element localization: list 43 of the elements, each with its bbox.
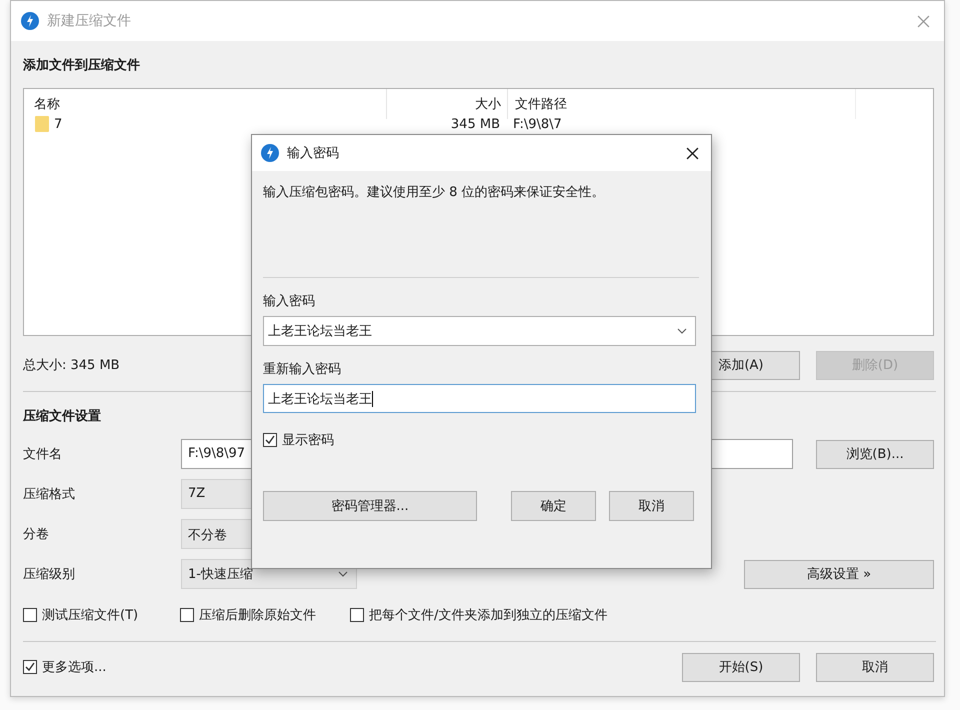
dialog-message: 输入压缩包密码。建议使用至少 8 位的密码来保证安全性。 — [263, 184, 606, 202]
checkbox-box[interactable] — [263, 433, 277, 447]
file-path: F:\9\8\7 — [513, 116, 562, 132]
checkbox-label: 压缩后删除原始文件 — [199, 607, 316, 624]
column-header[interactable]: 大小 — [387, 89, 508, 119]
section-heading: 添加文件到压缩文件 — [23, 56, 141, 75]
field-label: 文件名 — [23, 446, 63, 463]
section-heading: 压缩文件设置 — [23, 408, 102, 426]
field-label: 重新输入密码 — [263, 361, 342, 379]
dialog-button[interactable]: 取消 — [816, 652, 934, 682]
checkbox[interactable]: 压缩后删除原始文件 — [180, 606, 350, 624]
checkbox-box[interactable] — [180, 608, 194, 622]
browse-button[interactable]: 浏览(B)... — [816, 440, 934, 468]
checkbox-label: 测试压缩文件(T) — [42, 607, 138, 624]
app-icon — [261, 144, 279, 162]
dialog-title: 输入密码 — [287, 145, 339, 162]
password-manager-button[interactable]: 密码管理器... — [263, 491, 477, 521]
checkbox-box[interactable] — [23, 660, 37, 674]
total-size: 总大小: 345 MB — [23, 357, 120, 374]
caret-icon — [338, 571, 348, 577]
field-label: 输入密码 — [263, 293, 316, 311]
dialog-button[interactable]: 确定 — [511, 491, 596, 521]
checkbox[interactable]: 测试压缩文件(T) — [23, 606, 180, 624]
caret-icon — [677, 328, 687, 334]
column-header[interactable]: 文件路径 — [508, 89, 856, 119]
field-label: 分卷 — [23, 526, 50, 543]
close-icon[interactable] — [686, 146, 699, 160]
checkbox-box[interactable] — [23, 608, 37, 622]
field-label: 压缩级别 — [23, 566, 76, 583]
checkbox-label: 更多选项... — [42, 659, 106, 676]
password-field[interactable]: 上老王论坛当老王 — [263, 316, 696, 346]
app-icon — [21, 12, 39, 30]
folder-icon — [34, 115, 50, 133]
window-title: 新建压缩文件 — [47, 12, 131, 30]
dialog-button[interactable]: 开始(S) — [682, 652, 800, 682]
dialog-button[interactable]: 取消 — [609, 491, 694, 521]
checkbox-box[interactable] — [350, 608, 364, 622]
advanced-settings-button[interactable]: 高级设置 » — [744, 560, 934, 588]
file-size: 345 MB — [450, 116, 500, 132]
password-confirm-field[interactable]: 上老王论坛当老王 — [263, 384, 696, 413]
checkbox-label: 显示密码 — [282, 432, 334, 449]
field-label: 压缩格式 — [23, 486, 76, 503]
file-name[interactable]: 7 — [54, 116, 62, 132]
